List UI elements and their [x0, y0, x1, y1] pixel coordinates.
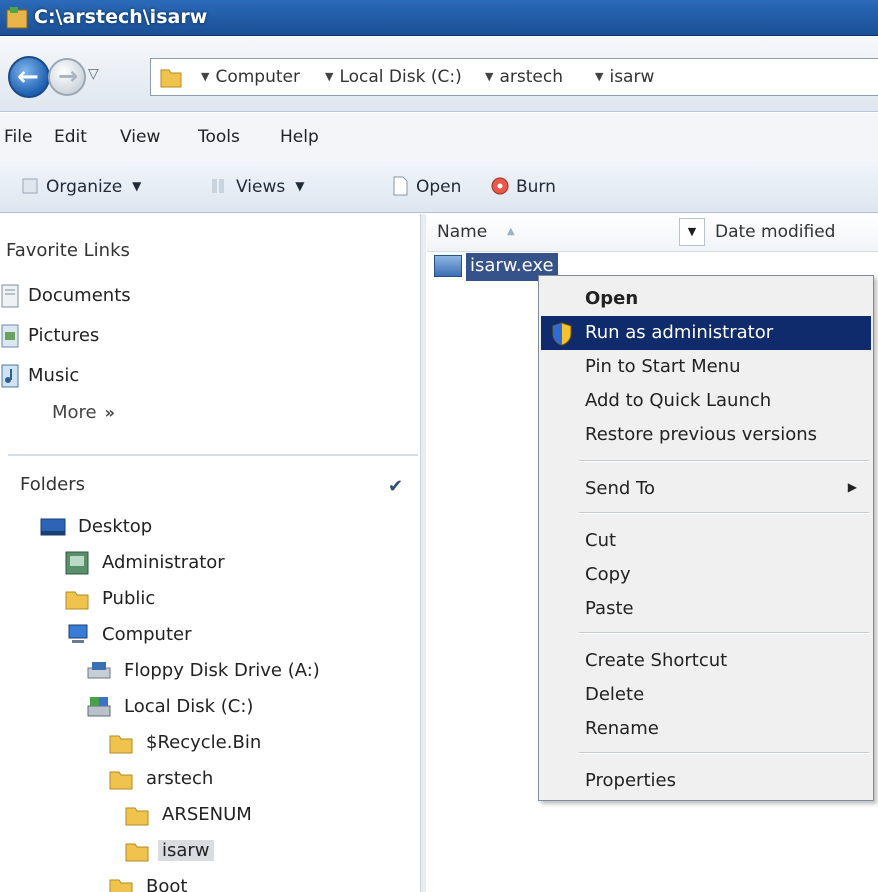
double-chevron-icon: »: [104, 403, 115, 422]
submenu-arrow-icon: ▶: [847, 480, 857, 494]
sort-ascending-icon: ▲: [507, 226, 515, 237]
open-button[interactable]: Open: [390, 176, 461, 197]
favorite-links-title: Favorite Links: [6, 240, 130, 261]
folder-app-icon: [6, 7, 28, 29]
history-dropdown-icon[interactable]: ▽: [88, 66, 99, 82]
menu-bar: File Edit View Tools Help: [0, 113, 878, 161]
organize-icon: [22, 178, 38, 194]
music-icon: [1, 364, 19, 388]
menu-send-to[interactable]: Send To ▶: [541, 472, 871, 506]
breadcrumb[interactable]: ▼ Computer ▼ Local Disk (C:) ▼ arstech ▼ isa…: [150, 58, 878, 96]
organize-button[interactable]: Organize ▼: [20, 176, 141, 197]
pane-splitter[interactable]: [420, 214, 426, 892]
favorite-documents[interactable]: Documents: [0, 282, 200, 312]
burn-button[interactable]: Burn: [490, 176, 556, 197]
uac-shield-icon: [552, 322, 572, 346]
window-title: C:\arstech\isarw: [34, 6, 208, 28]
forward-arrow-icon: →: [58, 62, 79, 90]
executable-icon: [434, 255, 462, 277]
menu-run-as-administrator[interactable]: Run as administrator: [541, 316, 871, 350]
menu-delete[interactable]: Delete: [541, 678, 871, 712]
pane-divider: [8, 454, 418, 456]
back-arrow-icon: ←: [17, 62, 39, 92]
column-name[interactable]: Name: [437, 222, 487, 242]
menu-pin-to-start[interactable]: Pin to Start Menu: [541, 350, 871, 384]
chevron-down-icon[interactable]: ✔: [388, 476, 403, 497]
folder-icon: [109, 735, 133, 754]
menu-cut[interactable]: Cut: [541, 524, 871, 558]
favorite-music[interactable]: Music: [0, 362, 200, 392]
breadcrumb-isarw[interactable]: ▼ isarw: [595, 67, 654, 87]
folder-icon: [65, 591, 89, 610]
menu-tools[interactable]: Tools: [198, 127, 240, 147]
menu-paste[interactable]: Paste: [541, 592, 871, 626]
navigation-pane: Favorite Links Documents Pictures Music …: [0, 214, 424, 892]
column-date-modified[interactable]: Date modified: [715, 222, 835, 242]
back-button[interactable]: ←: [8, 56, 50, 98]
folder-icon: [109, 879, 133, 892]
folder-icon: [160, 69, 182, 88]
menu-copy[interactable]: Copy: [541, 558, 871, 592]
folder-icon: [125, 807, 149, 826]
column-filter-dropdown[interactable]: ▼: [679, 218, 705, 246]
breadcrumb-local-disk[interactable]: ▼ Local Disk (C:): [325, 67, 462, 87]
pictures-icon: [1, 324, 19, 348]
menu-separator: [579, 632, 869, 634]
user-folder-icon: [65, 551, 89, 575]
menu-separator: [579, 752, 869, 754]
document-icon: [393, 176, 408, 196]
hard-drive-icon: [87, 697, 111, 717]
menu-open[interactable]: Open: [541, 282, 871, 316]
views-button[interactable]: Views ▼: [210, 176, 304, 197]
folder-icon: [125, 843, 149, 862]
documents-icon: [1, 284, 19, 308]
folders-title: Folders: [20, 474, 86, 495]
breadcrumb-arstech[interactable]: ▼ arstech: [485, 67, 563, 87]
menu-help[interactable]: Help: [280, 127, 319, 147]
menu-separator: [579, 460, 869, 462]
computer-icon: [68, 624, 88, 643]
menu-edit[interactable]: Edit: [54, 127, 87, 147]
menu-create-shortcut[interactable]: Create Shortcut: [541, 644, 871, 678]
views-icon: [212, 179, 224, 193]
menu-restore-previous[interactable]: Restore previous versions: [541, 418, 871, 452]
breadcrumb-computer[interactable]: ▼ Computer: [201, 67, 300, 87]
menu-properties[interactable]: Properties: [541, 764, 871, 798]
menu-view[interactable]: View: [120, 127, 160, 147]
title-bar: C:\arstech\isarw: [0, 0, 878, 36]
menu-add-quick-launch[interactable]: Add to Quick Launch: [541, 384, 871, 418]
folders-header[interactable]: Folders ✔: [0, 460, 420, 514]
forward-button[interactable]: →: [48, 58, 86, 96]
more-links[interactable]: More»: [52, 402, 115, 423]
favorite-pictures[interactable]: Pictures: [0, 322, 200, 352]
menu-rename[interactable]: Rename: [541, 712, 871, 746]
burn-disc-icon: [491, 177, 509, 195]
desktop-icon: [40, 518, 66, 536]
menu-file[interactable]: File: [4, 127, 32, 147]
command-toolbar: Organize ▼ Views ▼ Open Burn: [0, 161, 878, 213]
context-menu: Open Run as administrator Pin to Start M…: [538, 275, 874, 801]
folder-icon: [109, 771, 133, 790]
floppy-drive-icon: [87, 662, 111, 679]
column-header: Name ▲ ▼ Date modified: [427, 214, 878, 252]
menu-separator: [579, 512, 869, 514]
